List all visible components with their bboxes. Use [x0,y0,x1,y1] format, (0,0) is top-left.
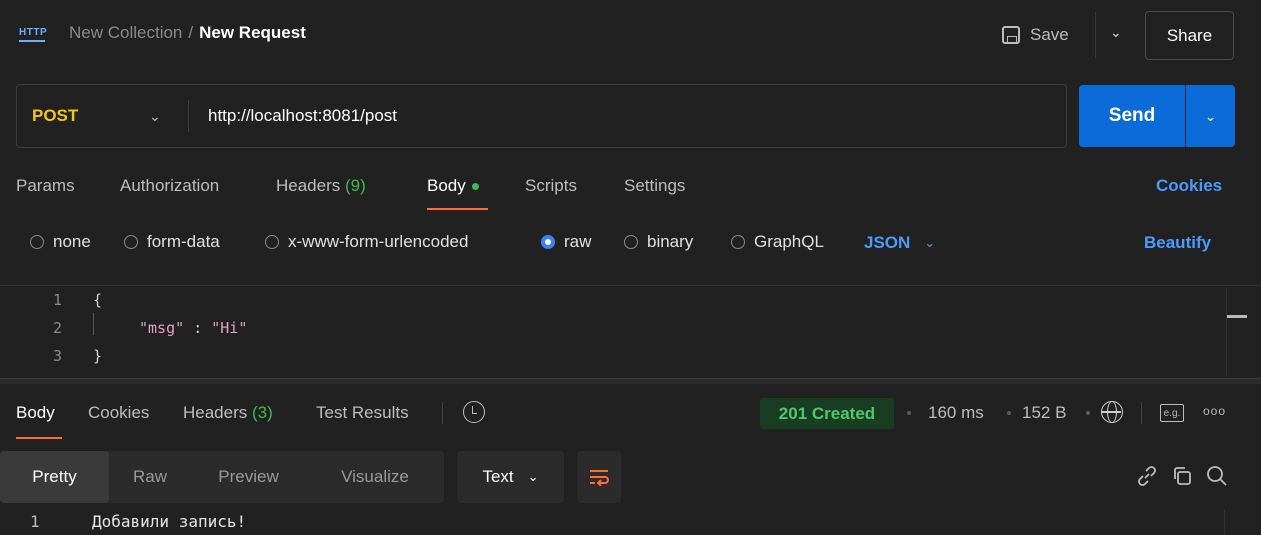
body-format-select[interactable]: JSON ⌄ [864,233,935,253]
chevron-down-icon: ⌄ [924,235,936,250]
tab-authorization[interactable]: Authorization [120,176,219,196]
response-size[interactable]: 152 B [1022,403,1066,423]
response-headers-label: Headers [183,403,248,422]
send-button[interactable]: Send [1079,85,1185,147]
radio-form-data-label: form-data [147,232,220,251]
tab-body-label: Body [427,176,466,195]
response-tab-test-results[interactable]: Test Results [316,403,409,423]
breadcrumb-collection[interactable]: New Collection [69,23,182,43]
line-number: 1 [30,512,40,531]
code-line: { [93,291,103,309]
separator-dot [1086,411,1090,415]
response-format-label: Text [482,467,514,486]
share-button[interactable]: Share [1145,11,1234,60]
radio-raw[interactable]: raw [541,232,591,252]
status-badge[interactable]: 201 Created [760,398,894,429]
view-visualize[interactable]: Visualize [306,451,444,503]
radio-circle-icon [124,235,138,249]
radio-binary-label: binary [647,232,694,251]
radio-graphql[interactable]: GraphQL [731,232,824,252]
tab-body[interactable]: Body [427,176,479,196]
tab-headers-label: Headers [276,176,341,195]
line-number: 3 [52,347,62,365]
separator-dot [907,411,911,415]
scroll-thumb[interactable] [1227,315,1247,318]
response-time[interactable]: 160 ms [928,403,984,423]
divider [442,402,443,424]
line-number: 1 [52,291,62,309]
active-tab-indicator [427,208,488,210]
response-body-text: Добавили запись! [92,512,247,531]
radio-none-label: none [53,232,91,251]
divider [1141,402,1142,424]
radio-binary[interactable]: binary [624,232,693,252]
indent-guide [93,313,94,335]
view-preview[interactable]: Preview [191,451,306,503]
request-name[interactable]: New Request [199,23,306,43]
chevron-down-icon[interactable]: ⌄ [149,108,161,125]
search-icon[interactable] [1205,464,1229,488]
modified-dot-icon [471,183,479,191]
code-line: "msg" : "Hi" [139,319,247,337]
response-tab-headers[interactable]: Headers (3) [183,403,273,423]
history-icon[interactable] [463,401,485,423]
radio-circle-icon [624,235,638,249]
radio-circle-icon [265,235,279,249]
radio-circle-icon [30,235,44,249]
beautify-button[interactable]: Beautify [1144,233,1211,253]
more-options-icon[interactable]: ooo [1203,404,1226,418]
url-input[interactable] [200,100,1050,132]
tab-headers[interactable]: Headers (9) [276,176,366,196]
wrap-lines-icon [590,470,609,486]
separator-dot [1007,411,1011,415]
save-button[interactable]: Save [1002,22,1069,48]
tab-scripts[interactable]: Scripts [525,176,577,196]
line-number: 2 [52,319,62,337]
code-line: } [93,347,103,365]
radio-none[interactable]: none [30,232,91,252]
json-colon: : [193,319,203,337]
http-icon: HTTP [19,26,47,42]
tab-params[interactable]: Params [16,176,75,196]
editor-scrollbar[interactable] [1226,288,1247,376]
send-options-chevron-icon[interactable]: ⌄ [1186,85,1235,147]
chevron-down-icon: ⌄ [527,469,539,484]
method-select[interactable]: POST [32,106,78,126]
response-tab-cookies[interactable]: Cookies [88,403,149,423]
body-format-label: JSON [864,233,911,252]
example-icon[interactable]: e.g. [1160,404,1184,422]
radio-urlencoded-label: x-www-form-urlencoded [288,232,469,251]
radio-circle-icon [731,235,745,249]
breadcrumb-separator: / [188,23,194,42]
copy-icon[interactable] [1170,464,1194,488]
save-label: Save [1030,25,1069,44]
pane-resize-handle[interactable] [0,378,1261,384]
globe-icon[interactable] [1101,401,1123,423]
view-raw[interactable]: Raw [109,451,191,503]
divider [188,100,189,132]
link-icon[interactable] [1135,464,1159,488]
json-key: "msg" [139,319,185,337]
radio-selected-icon [541,235,555,249]
divider [1095,12,1096,58]
cookies-link[interactable]: Cookies [1156,176,1222,196]
radio-raw-label: raw [564,232,592,251]
tab-headers-count: (9) [345,176,366,195]
radio-form-data[interactable]: form-data [124,232,220,252]
radio-urlencoded[interactable]: x-www-form-urlencoded [265,232,468,252]
active-tab-indicator [16,437,62,439]
radio-graphql-label: GraphQL [754,232,824,251]
save-options-chevron-icon[interactable]: ⌄ [1110,24,1126,41]
response-scrollbar[interactable] [1224,510,1261,535]
response-headers-count: (3) [252,403,273,422]
json-value: "Hi" [211,319,248,337]
response-tab-body[interactable]: Body [16,403,55,423]
wrap-lines-button[interactable] [577,451,621,503]
view-pretty[interactable]: Pretty [0,451,109,503]
breadcrumb: New Collection / New Request [69,23,306,43]
tab-settings[interactable]: Settings [624,176,685,196]
response-format-select[interactable]: Text ⌄ [457,451,564,503]
save-icon [1002,26,1020,44]
